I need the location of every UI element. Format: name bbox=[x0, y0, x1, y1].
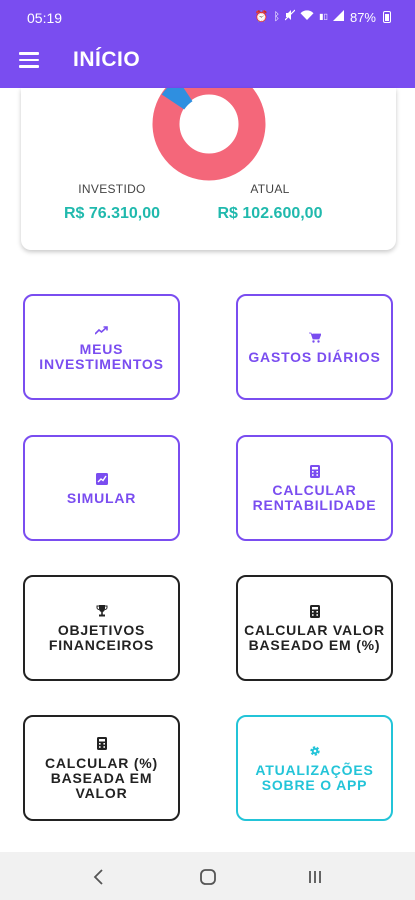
status-icons: ⏰ ᛒ ▮▯ 87% bbox=[255, 9, 391, 25]
mute-icon bbox=[284, 9, 296, 25]
daily-expenses-button[interactable]: GASTOS DIÁRIOS bbox=[236, 294, 393, 400]
battery-icon bbox=[383, 11, 391, 23]
calculator-icon bbox=[309, 603, 320, 619]
calculate-profitability-label: CALCULAR RENTABILIDADE bbox=[252, 482, 377, 513]
app-updates-label: ATUALIZAÇÕES SOBRE O APP bbox=[255, 762, 374, 793]
calculate-value-by-percent-label: CALCULAR VALOR BASEADO EM (%) bbox=[244, 622, 385, 653]
chart-box-icon bbox=[95, 471, 108, 487]
simulate-button[interactable]: SIMULAR bbox=[23, 435, 180, 541]
trending-up-icon bbox=[95, 322, 108, 338]
home-icon[interactable] bbox=[199, 868, 217, 891]
calculator-icon bbox=[309, 463, 320, 479]
page-title: INÍCIO bbox=[73, 48, 141, 71]
calculate-percent-by-value-button[interactable]: CALCULAR (%) BASEADA EM VALOR bbox=[23, 715, 180, 821]
calculate-profitability-button[interactable]: CALCULAR RENTABILIDADE bbox=[236, 435, 393, 541]
alarm-icon: ⏰ bbox=[254, 11, 269, 23]
bluetooth-icon: ᛒ bbox=[273, 11, 281, 23]
app-updates-button[interactable]: ATUALIZAÇÕES SOBRE O APP bbox=[236, 715, 393, 821]
invested-summary: INVESTIDO R$ 76.310,00 bbox=[37, 182, 187, 223]
shopping-cart-icon bbox=[308, 330, 321, 346]
system-navigation-bar bbox=[0, 852, 415, 900]
invested-label: INVESTIDO bbox=[78, 182, 146, 196]
signal-icon bbox=[332, 9, 345, 25]
app-bar: INÍCIO bbox=[0, 34, 415, 88]
financial-goals-label: OBJETIVOS FINANCEIROS bbox=[48, 622, 155, 653]
my-investments-label: MEUS INVESTIMENTOS bbox=[39, 341, 164, 372]
hamburger-menu-icon[interactable] bbox=[19, 52, 39, 68]
invested-value: R$ 76.310,00 bbox=[63, 205, 161, 222]
investment-donut-chart bbox=[152, 88, 266, 181]
calculate-percent-by-value-label: CALCULAR (%) BASEADA EM VALOR bbox=[44, 754, 159, 801]
status-bar: 05:19 ⏰ ᛒ ▮▯ 87% bbox=[0, 0, 415, 34]
calculate-value-by-percent-button[interactable]: CALCULAR VALOR BASEADO EM (%) bbox=[236, 575, 393, 681]
calculator-icon bbox=[96, 736, 107, 752]
current-summary: ATUAL R$ 102.600,00 bbox=[195, 182, 345, 223]
wifi-icon bbox=[300, 9, 314, 25]
financial-goals-button[interactable]: OBJETIVOS FINANCEIROS bbox=[23, 575, 180, 681]
battery-percent: 87% bbox=[349, 9, 376, 25]
trophy-icon bbox=[96, 603, 108, 619]
current-value: R$ 102.600,00 bbox=[217, 205, 323, 222]
my-investments-button[interactable]: MEUS INVESTIMENTOS bbox=[23, 294, 180, 400]
status-time: 05:19 bbox=[27, 10, 63, 26]
current-label: ATUAL bbox=[250, 182, 290, 196]
gear-icon bbox=[309, 743, 321, 759]
data-speed-icon: ▮▯ bbox=[319, 12, 328, 21]
back-icon[interactable] bbox=[91, 868, 107, 891]
recents-icon[interactable] bbox=[306, 868, 324, 891]
simulate-label: SIMULAR bbox=[66, 489, 137, 506]
investment-summary-card: INVESTIDO R$ 76.310,00 ATUAL R$ 102.600,… bbox=[21, 88, 396, 250]
donut-accent-segment bbox=[161, 88, 194, 111]
daily-expenses-label: GASTOS DIÁRIOS bbox=[248, 348, 381, 365]
